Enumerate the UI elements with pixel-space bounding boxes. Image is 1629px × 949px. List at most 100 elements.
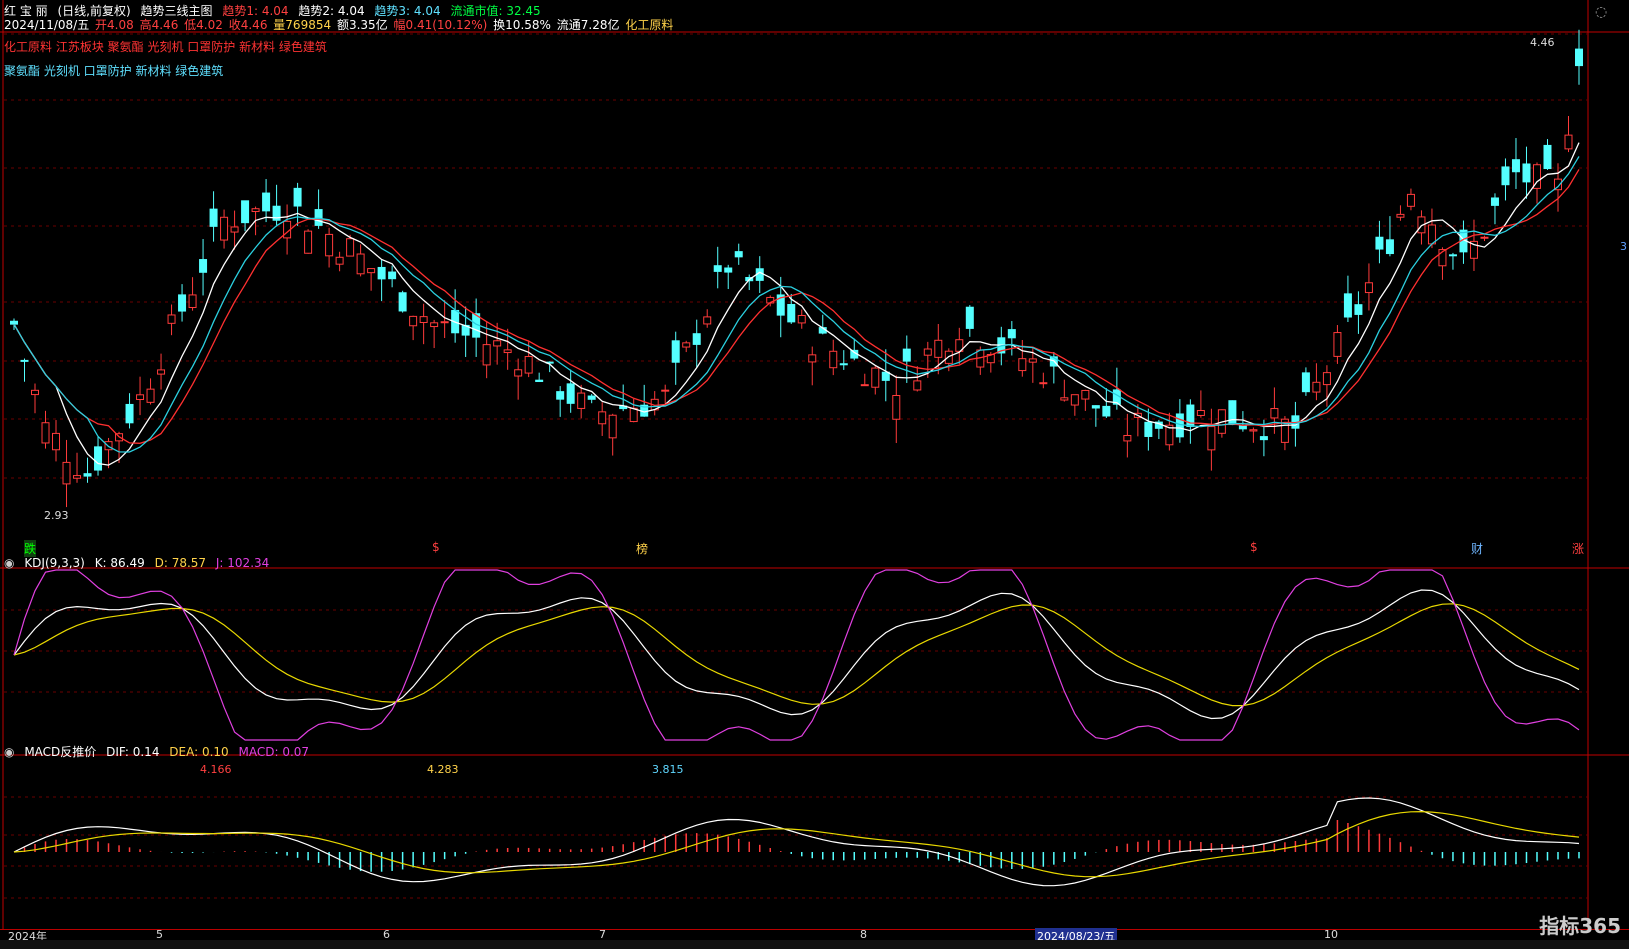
event-marker[interactable]: 跌 [24, 540, 37, 557]
kdj-toggle-icon[interactable]: ◉ [4, 556, 14, 570]
event-marker[interactable]: $ [1250, 540, 1258, 554]
candle-body [1249, 429, 1258, 432]
candle-body [787, 303, 796, 323]
candle-body [1490, 197, 1499, 206]
candle-body [482, 344, 491, 366]
candle-body [923, 348, 932, 356]
candle-body [1448, 254, 1457, 257]
candle-body [503, 349, 512, 354]
chart-canvas[interactable] [0, 0, 1629, 949]
event-marker[interactable]: 涨 [1572, 540, 1584, 557]
candle-body [1102, 405, 1111, 417]
candle-body [577, 392, 586, 409]
candle-body [1333, 332, 1342, 357]
candle-body [881, 371, 890, 381]
candle-body [335, 256, 344, 265]
candle-body [1070, 394, 1079, 406]
candle-body [146, 388, 155, 403]
concepts-red[interactable]: 化工原料 江苏板块 聚氨酯 光刻机 口罩防护 新材料 绿色建筑 [4, 38, 327, 55]
settings-icon[interactable]: ◌ [1595, 4, 1607, 20]
candle-body [892, 394, 901, 420]
bottom-tab-bar[interactable] [0, 940, 1629, 949]
candle-body [661, 389, 670, 392]
candle-body [566, 383, 575, 404]
candle-body [430, 322, 439, 328]
candle-body [314, 209, 323, 226]
high-value: 高4.46 [139, 18, 179, 32]
candle-body [94, 446, 103, 471]
candle-body [31, 389, 40, 396]
turnover-value: 换10.58% [493, 18, 551, 32]
candle-body [1480, 236, 1489, 239]
candle-body [178, 294, 187, 312]
candle-body [1259, 436, 1268, 441]
grid-lines [0, 0, 1629, 929]
candle-body [167, 314, 176, 324]
candle-body [251, 208, 260, 213]
candle-body [1385, 239, 1394, 255]
candle-body [73, 475, 82, 479]
macd-title[interactable]: MACD反推价 [24, 745, 96, 759]
candle-body [1543, 144, 1552, 170]
candle-body [671, 340, 680, 363]
macd-price-label: 4.283 [427, 763, 459, 776]
candle-body [535, 379, 544, 383]
float-shares-value: 流通7.28亿 [556, 18, 620, 32]
candle-body [1091, 405, 1100, 409]
open-value: 开4.08 [95, 18, 134, 32]
right-axis-mark: 3 [1620, 240, 1627, 253]
candle-body [209, 208, 218, 227]
event-marker[interactable]: $ [432, 540, 440, 554]
candle-body [304, 230, 313, 254]
macd-toggle-icon[interactable]: ◉ [4, 745, 14, 759]
candle-body [230, 226, 239, 233]
candle-body [1406, 193, 1415, 207]
candle-body [902, 348, 911, 362]
low-value: 低4.02 [184, 18, 223, 32]
candle-body [934, 339, 943, 358]
candle-body [440, 321, 449, 324]
event-marker[interactable]: 财 [1471, 540, 1483, 557]
kdj-title[interactable]: KDJ(9,3,3) [24, 556, 85, 570]
candle-body [829, 350, 838, 369]
amount-value: 额3.35亿 [336, 18, 388, 32]
event-marker[interactable]: 榜 [636, 540, 648, 557]
candle-body [10, 320, 18, 325]
candle-body [367, 268, 376, 274]
industry-value[interactable]: 化工原料 [625, 18, 673, 32]
candle-body [703, 316, 712, 325]
candle-body [241, 200, 250, 224]
macd-line [13, 797, 1580, 887]
candle-body [1018, 358, 1027, 372]
candle-body [724, 267, 733, 273]
candlesticks [10, 29, 1583, 508]
candle-body [20, 359, 29, 362]
candle-body [199, 259, 208, 273]
candle-body [860, 384, 869, 387]
candle-body [913, 380, 922, 391]
candle-body [157, 369, 166, 375]
candle-body [1354, 304, 1363, 315]
candle-body [797, 314, 806, 324]
candle-body [1343, 293, 1352, 318]
close-value: 收4.46 [228, 18, 268, 32]
macd-histogram-and-lines [13, 797, 1580, 887]
candle-body [1575, 48, 1583, 67]
candle-body [83, 473, 92, 477]
header-row-2: 2024/11/08/五 开4.08 高4.46 低4.02 收4.46 量76… [4, 16, 679, 33]
kdj-header: ◉ KDJ(9,3,3) K: 86.49 D: 78.57 J: 102.34 [4, 556, 275, 570]
kdj-line [13, 603, 1580, 707]
brand-logo: 指标365 [1539, 914, 1621, 938]
candle-body [62, 461, 71, 485]
concepts-cyan[interactable]: 聚氨酯 光刻机 口罩防护 新材料 绿色建筑 [4, 62, 223, 79]
candle-body [1396, 213, 1405, 218]
candle-body [1207, 426, 1216, 451]
candle-body [556, 391, 565, 400]
candle-body [356, 253, 365, 275]
candle-body [388, 271, 397, 280]
candle-body [1228, 400, 1237, 426]
candle-body [41, 422, 50, 444]
candle-body [293, 187, 302, 207]
candle-body [419, 316, 428, 324]
candle-body [188, 294, 197, 309]
